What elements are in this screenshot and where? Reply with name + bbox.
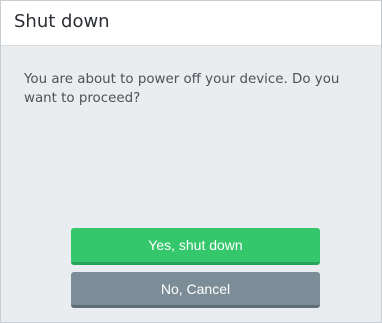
dialog-header: Shut down bbox=[1, 1, 381, 46]
dialog-title: Shut down bbox=[14, 11, 110, 32]
shutdown-dialog: Shut down You are about to power off you… bbox=[0, 0, 382, 323]
confirm-shutdown-button[interactable]: Yes, shut down bbox=[71, 228, 320, 265]
dialog-message: You are about to power off your device. … bbox=[24, 72, 340, 106]
cancel-button[interactable]: No, Cancel bbox=[71, 272, 320, 308]
